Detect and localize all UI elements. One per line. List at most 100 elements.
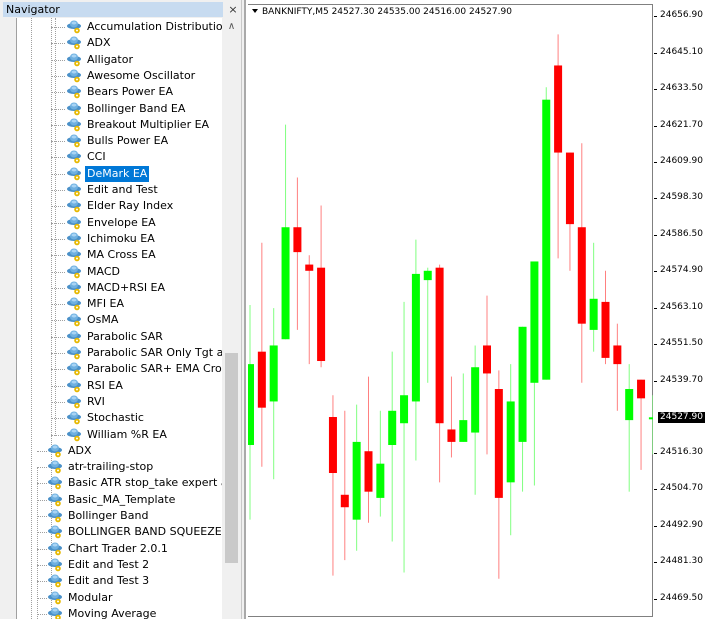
tree-item[interactable]: Breakout Multiplier EA (17, 117, 222, 133)
tree-connector (51, 434, 65, 436)
bear-candle (328, 417, 337, 474)
scrollbar-thumb[interactable] (225, 353, 238, 563)
y-tick-label: 24598.30 (660, 192, 703, 203)
tree-connector (51, 336, 65, 338)
tree-item[interactable]: Parabolic SAR (17, 329, 222, 345)
tree-connector (37, 564, 47, 566)
tree-item[interactable]: Envelope EA (17, 215, 222, 231)
tree-item[interactable]: Basic_MA_Template (17, 492, 222, 508)
tree-item[interactable]: Bollinger Band EA (17, 101, 222, 117)
y-tick-label: 24621.70 (660, 119, 703, 130)
tree-item-label: atr-trailing-stop (68, 460, 154, 474)
tree-item[interactable]: Edit and Test 2 (17, 557, 222, 573)
tree-item[interactable]: Edit and Test 3 (17, 573, 222, 589)
bull-candle (625, 389, 634, 421)
tree-connector (37, 532, 47, 534)
y-tick-mark (654, 125, 657, 127)
bull-candle (269, 345, 278, 402)
bull-candle (530, 261, 539, 383)
bear-candle (364, 451, 373, 492)
bull-candle (542, 99, 551, 380)
tree-item[interactable]: DeMark EA (17, 165, 222, 182)
tree-connector (51, 206, 65, 208)
tree-item-label: Basic_MA_Template (68, 492, 176, 506)
expert-advisor-icon (66, 118, 82, 132)
tree-item[interactable]: ADX (17, 443, 222, 459)
tree-item[interactable]: BOLLINGER BAND SQUEEZE (17, 524, 222, 540)
tree-connector (51, 222, 65, 224)
chevron-up-icon[interactable]: ∧ (223, 18, 240, 35)
bull-candle (248, 364, 254, 446)
tree-item[interactable]: Basic ATR stop_take expert advi (17, 475, 222, 491)
tree-item[interactable]: Alligator (17, 52, 222, 68)
navigator-scrollbar[interactable]: ∧ (223, 18, 240, 619)
tree-item[interactable]: William %R EA (17, 427, 222, 443)
chart-header: BANKNIFTY,M5 24527.30 24535.00 24516.00 … (252, 7, 512, 17)
bear-candle (637, 379, 646, 399)
bear-candle (483, 345, 491, 374)
chart-plot-area[interactable] (248, 4, 653, 617)
y-tick-label: 24586.50 (660, 229, 703, 239)
dropdown-triangle-icon[interactable] (252, 9, 258, 13)
tree-item[interactable]: RVI (17, 394, 222, 410)
expert-advisor-icon (66, 85, 82, 99)
y-tick-label: 24563.10 (660, 301, 703, 312)
tree-item[interactable]: Moving Average (17, 606, 222, 619)
tree-item-label: Chart Trader 2.0.1 (68, 541, 168, 555)
tree-connector (51, 287, 65, 289)
y-tick-mark (654, 307, 657, 309)
y-tick-label: 24633.50 (660, 82, 703, 93)
bear-candle (565, 152, 574, 225)
tree-item[interactable]: MACD+RSI EA (17, 280, 222, 296)
tree-item-label: OsMA (87, 313, 119, 327)
tree-item[interactable]: Modular (17, 590, 222, 606)
tree-item-label: Edit and Test 2 (68, 557, 150, 571)
tree-connector (51, 75, 65, 77)
tree-item-label: Awesome Oscillator (87, 68, 196, 82)
tree-item[interactable]: MA Cross EA (17, 247, 222, 263)
tree-item[interactable]: Bollinger Band (17, 508, 222, 524)
bear-candle (435, 267, 444, 424)
bull-candle (281, 227, 290, 340)
tree-item-label: Modular (68, 590, 113, 604)
tree-item-label: BOLLINGER BAND SQUEEZE (68, 525, 222, 539)
price-axis[interactable]: 24656.90 24645.10 24633.50 24621.70 24609.90… (654, 0, 714, 619)
tree-item[interactable]: MFI EA (17, 296, 222, 312)
tree-item[interactable]: MACD (17, 264, 222, 280)
tree-item-label: Bulls Power EA (87, 134, 169, 148)
tree-item[interactable]: Accumulation Distribution (17, 19, 222, 35)
tree-item[interactable]: atr-trailing-stop (17, 459, 222, 475)
tree-item[interactable]: Stochastic (17, 410, 222, 426)
tree-item[interactable]: CCI (17, 149, 222, 165)
tree-item[interactable]: ADX (17, 35, 222, 51)
candlestick-series (248, 34, 653, 579)
tree-item-label: Parabolic SAR+ EMA Cross (87, 362, 222, 376)
tree-item[interactable]: RSI EA (17, 378, 222, 394)
expert-advisor-icon (66, 134, 82, 148)
tree-item[interactable]: Elder Ray Index (17, 198, 222, 214)
close-icon[interactable]: × (226, 2, 240, 17)
expert-advisor-icon (66, 199, 82, 213)
tree-connector (37, 450, 47, 452)
tree-item[interactable]: Chart Trader 2.0.1 (17, 541, 222, 557)
expert-advisor-icon (47, 444, 63, 458)
tree-item[interactable]: Awesome Oscillator (17, 68, 222, 84)
tree-item[interactable]: Parabolic SAR+ EMA Cross (17, 361, 222, 377)
tree-connector (51, 255, 65, 257)
expert-advisor-icon (66, 346, 82, 360)
tree-item[interactable]: OsMA (17, 312, 222, 328)
tree-item[interactable]: Bears Power EA (17, 84, 222, 100)
tree-item[interactable]: Bulls Power EA (17, 133, 222, 149)
tree-item-label: William %R EA (87, 427, 167, 441)
y-tick-label: 24516.30 (660, 447, 703, 458)
tree-item[interactable]: Parabolic SAR Only Tgt and (17, 345, 222, 361)
tree-item-label: ADX (68, 443, 92, 457)
tree-connector (37, 516, 47, 517)
tree-item[interactable]: Edit and Test (17, 182, 222, 198)
expert-advisor-icon (47, 574, 63, 588)
chart-window[interactable]: BANKNIFTY,M5 24527.30 24535.00 24516.00 … (244, 0, 714, 619)
bull-candle (589, 298, 598, 330)
expert-advisor-icon (66, 362, 82, 376)
tree-item[interactable]: Ichimoku EA (17, 231, 222, 247)
expert-advisor-icon (47, 476, 63, 490)
